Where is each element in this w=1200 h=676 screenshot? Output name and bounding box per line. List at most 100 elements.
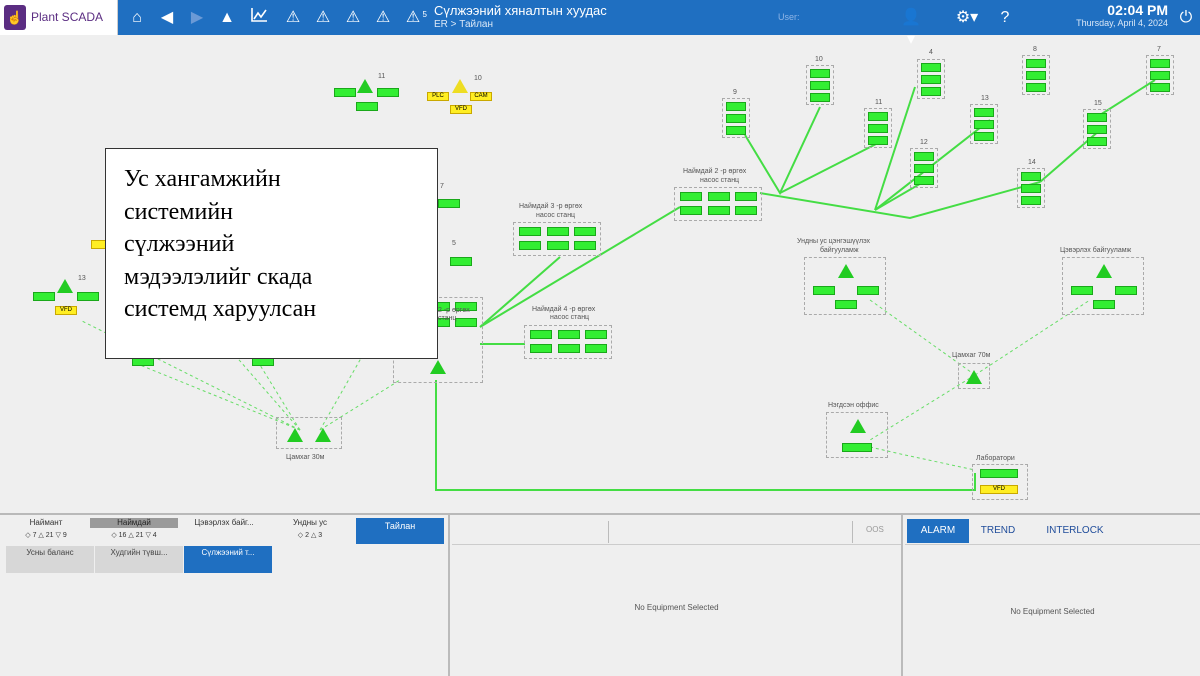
well-13b[interactable]	[970, 104, 998, 144]
trend-chart-icon[interactable]	[248, 7, 270, 29]
status-indicator[interactable]	[680, 206, 702, 215]
pump-icon[interactable]	[430, 360, 446, 374]
status-indicator[interactable]	[921, 87, 941, 96]
tab-trend[interactable]: TREND	[973, 519, 1023, 543]
status-indicator[interactable]	[726, 126, 746, 135]
status-indicator[interactable]	[585, 330, 607, 339]
status-indicator[interactable]	[574, 227, 596, 236]
breadcrumb[interactable]: ER > Тайлан	[434, 19, 493, 30]
well-7b[interactable]	[1146, 55, 1174, 95]
pump-icon[interactable]	[57, 279, 73, 293]
status-indicator[interactable]	[1150, 83, 1170, 92]
status-indicator[interactable]	[1093, 300, 1115, 309]
well-12[interactable]	[910, 148, 938, 188]
tab-naimant[interactable]: Наймант ◇ 7 △ 21 ▽ 9	[2, 518, 90, 542]
pump-station-3[interactable]	[513, 222, 601, 256]
status-indicator[interactable]	[810, 93, 830, 102]
tank-icon[interactable]	[966, 370, 982, 384]
power-icon[interactable]: ⏻	[1175, 7, 1197, 29]
tab-naimdai[interactable]: Наймдай ◇ 16 △ 21 ▽ 4	[90, 518, 178, 542]
alarm-clear-icon[interactable]: ⚠	[342, 7, 364, 29]
status-indicator[interactable]	[547, 227, 569, 236]
help-icon[interactable]: ?	[994, 7, 1016, 29]
up-icon[interactable]: ▲	[216, 7, 238, 29]
status-indicator[interactable]	[455, 318, 477, 327]
status-indicator[interactable]	[914, 152, 934, 161]
well-10b[interactable]	[806, 65, 834, 105]
status-indicator[interactable]	[1087, 137, 1107, 146]
tab-alarm[interactable]: ALARM	[907, 519, 969, 543]
status-indicator[interactable]	[810, 81, 830, 90]
status-indicator[interactable]	[1087, 113, 1107, 122]
status-indicator[interactable]	[1150, 59, 1170, 68]
vfd-indicator[interactable]	[356, 102, 378, 111]
subtab-water-balance[interactable]: Усны баланс	[6, 546, 94, 573]
cam-indicator[interactable]	[77, 292, 99, 301]
tank-icon[interactable]	[287, 428, 303, 442]
tab-report[interactable]: Тайлан	[356, 518, 444, 544]
well-8[interactable]	[1022, 55, 1050, 95]
status-indicator[interactable]	[547, 241, 569, 250]
status-indicator[interactable]	[530, 330, 552, 339]
well-11b[interactable]	[864, 108, 892, 148]
subtab-well-level[interactable]: Худгийн түвш...	[95, 546, 183, 573]
status-indicator[interactable]	[1150, 71, 1170, 80]
alarm-count-icon[interactable]: ⚠ 5	[402, 7, 427, 29]
status-indicator[interactable]	[810, 69, 830, 78]
vfd-indicator[interactable]: VFD	[980, 485, 1018, 494]
status-indicator[interactable]	[914, 164, 934, 173]
wastewater-plant[interactable]	[1062, 257, 1144, 315]
home-icon[interactable]: ⌂	[126, 7, 148, 29]
alarm-icon[interactable]: ⚠	[282, 7, 304, 29]
cam-indicator[interactable]	[377, 88, 399, 97]
pump-station-4[interactable]	[524, 325, 612, 359]
status-indicator[interactable]	[438, 199, 460, 208]
status-indicator[interactable]	[726, 102, 746, 111]
pump-icon[interactable]	[1096, 264, 1112, 278]
cam-indicator[interactable]: CAM	[470, 92, 492, 101]
pump-icon[interactable]	[452, 79, 468, 93]
status-indicator[interactable]	[868, 124, 888, 133]
status-indicator[interactable]	[914, 176, 934, 185]
tab-drinking-water[interactable]: Ундны ус ◇ 2 △ 3	[266, 518, 354, 542]
tab-interlock[interactable]: INTERLOCK	[1035, 519, 1115, 543]
alarm-info-icon[interactable]: ⚠	[312, 7, 334, 29]
status-indicator[interactable]	[835, 300, 857, 309]
status-indicator[interactable]	[980, 469, 1018, 478]
status-indicator[interactable]	[680, 192, 702, 201]
status-indicator[interactable]	[1026, 83, 1046, 92]
well-14[interactable]	[1017, 168, 1045, 208]
status-indicator[interactable]	[868, 136, 888, 145]
status-indicator[interactable]	[530, 344, 552, 353]
user-menu-icon[interactable]: 👤▾	[900, 7, 922, 48]
pump-icon[interactable]	[357, 79, 373, 93]
status-indicator[interactable]	[1026, 59, 1046, 68]
status-indicator[interactable]	[1021, 184, 1041, 193]
oos-label[interactable]: OOS	[866, 525, 884, 534]
status-indicator[interactable]	[558, 344, 580, 353]
water-treatment-plant[interactable]	[804, 257, 886, 315]
well-9[interactable]	[722, 98, 750, 138]
status-indicator[interactable]	[450, 257, 472, 266]
status-indicator[interactable]	[735, 206, 757, 215]
status-indicator[interactable]	[974, 132, 994, 141]
plc-indicator[interactable]	[334, 88, 356, 97]
status-indicator[interactable]	[1087, 125, 1107, 134]
status-indicator[interactable]	[1071, 286, 1093, 295]
status-indicator[interactable]	[842, 443, 872, 452]
status-indicator[interactable]	[1021, 196, 1041, 205]
office-building[interactable]	[826, 412, 888, 458]
status-indicator[interactable]	[585, 344, 607, 353]
tank-70m[interactable]	[958, 363, 990, 389]
forward-icon[interactable]: ▶	[186, 7, 208, 29]
plc-indicator[interactable]	[33, 292, 55, 301]
app-logo[interactable]: ☝ Plant SCADA	[0, 0, 118, 35]
settings-gear-icon[interactable]: ⚙▾	[950, 7, 984, 29]
subtab-network[interactable]: Сүлжээний т...	[184, 546, 272, 573]
laboratory[interactable]: VFD	[972, 464, 1028, 500]
status-indicator[interactable]	[519, 227, 541, 236]
status-indicator[interactable]	[974, 120, 994, 129]
plc-indicator[interactable]: PLC	[427, 92, 449, 101]
alarm-disabled-icon[interactable]: ⚠	[372, 7, 394, 29]
status-indicator[interactable]	[1115, 286, 1137, 295]
